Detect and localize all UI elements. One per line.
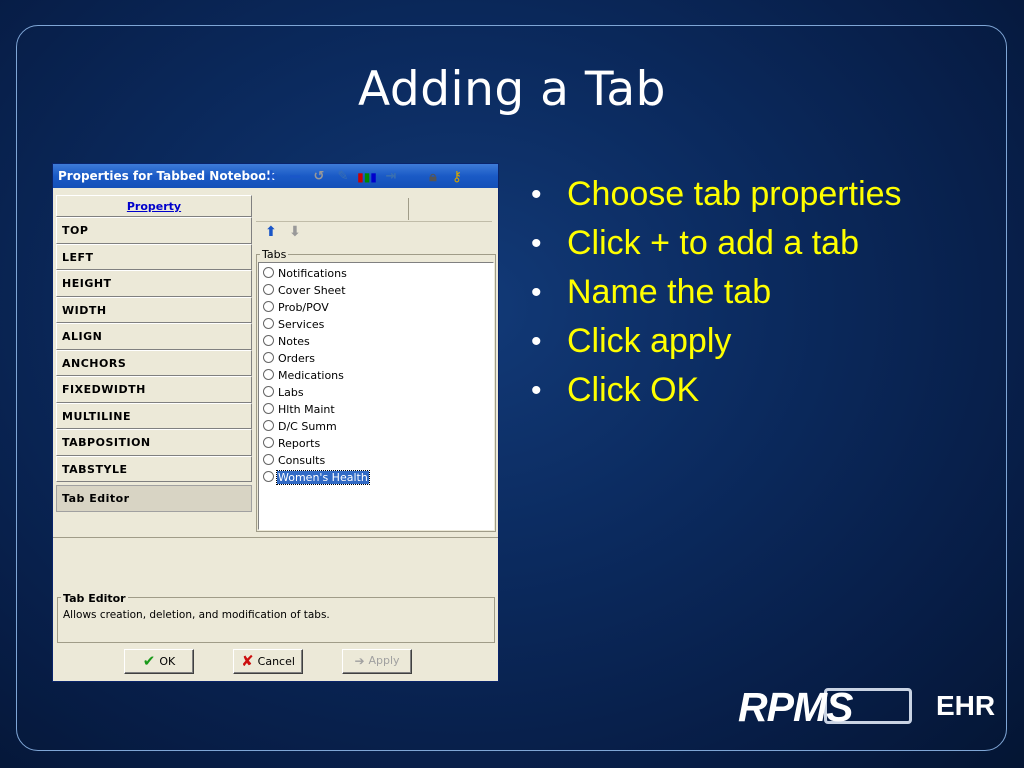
tab-list-item[interactable]: Medications — [263, 367, 345, 384]
move-down-icon[interactable]: ⬇ — [285, 222, 305, 242]
books-icon[interactable]: ▮▮▮ — [357, 167, 377, 187]
bullet-item: Click OK — [525, 366, 1005, 415]
editor-title: Tab Editor — [61, 592, 128, 605]
cancel-button-label: Cancel — [257, 655, 295, 668]
apply-icon: ➔ — [354, 654, 365, 668]
tab-node-icon — [263, 420, 274, 431]
lock-icon[interactable]: 🔒︎ — [423, 167, 443, 187]
tab-node-icon — [263, 335, 274, 346]
cross-icon: ✘ — [241, 652, 254, 670]
tab-list-item[interactable]: Prob/POV — [263, 299, 330, 316]
properties-dialog: Properties for Tabbed Notebook Property … — [52, 163, 499, 682]
undo-icon[interactable]: ↺ — [309, 167, 329, 187]
editor-description: Allows creation, deletion, and modificat… — [63, 609, 330, 621]
bullet-item: Name the tab — [525, 268, 1005, 317]
apply-button-label: Apply — [368, 654, 400, 667]
apply-button[interactable]: ➔ Apply — [342, 649, 412, 674]
tab-node-icon — [263, 267, 274, 278]
tab-list-item-selected[interactable]: Women's Health — [263, 469, 370, 486]
tabs-label: Tabs — [260, 248, 289, 261]
property-item-tabposition[interactable]: TABPOSITION — [56, 429, 252, 456]
ok-button-label: OK — [159, 655, 176, 668]
bullet-list: Choose tab properties Click + to add a t… — [525, 170, 1005, 415]
key-icon[interactable]: ⚷ — [447, 167, 467, 187]
tab-node-icon — [263, 352, 274, 363]
tab-node-icon — [263, 369, 274, 380]
bullet-item: Click apply — [525, 317, 1005, 366]
logo-rpms-text: RPMS — [738, 684, 853, 730]
property-item-fixedwidth[interactable]: FIXEDWIDTH — [56, 376, 252, 403]
edit-icon[interactable]: ✎ — [333, 167, 353, 187]
property-item-tabstyle[interactable]: TABSTYLE — [56, 455, 252, 482]
bullet-item: Choose tab properties — [525, 170, 1005, 219]
tab-list-item[interactable]: D/C Summ — [263, 418, 338, 435]
tab-list-item[interactable]: Notes — [263, 333, 311, 350]
tab-list-item[interactable]: Orders — [263, 350, 316, 367]
add-icon[interactable]: ✚ — [261, 167, 281, 187]
tab-list-item[interactable]: Labs — [263, 384, 305, 401]
property-header[interactable]: Property — [56, 195, 252, 217]
cancel-button[interactable]: ✘ Cancel — [233, 649, 303, 674]
toolbar-separator — [408, 198, 409, 220]
move-up-icon[interactable]: ⬆ — [261, 222, 281, 242]
remove-icon[interactable]: ━ — [285, 167, 305, 187]
tab-node-icon — [263, 403, 274, 414]
property-item-height[interactable]: HEIGHT — [56, 270, 252, 297]
property-item-width[interactable]: WIDTH — [56, 296, 252, 323]
logo-ehr-text: EHR — [936, 690, 996, 721]
tab-node-icon — [263, 318, 274, 329]
tabs-listbox[interactable]: Notifications Cover Sheet Prob/POV Servi… — [258, 262, 494, 530]
slide-title: Adding a Tab — [358, 62, 666, 117]
tab-node-icon — [263, 454, 274, 465]
property-item-multiline[interactable]: MULTILINE — [56, 402, 252, 429]
tab-list-item[interactable]: Hlth Maint — [263, 401, 336, 418]
property-item-tab-editor[interactable]: Tab Editor — [56, 485, 252, 512]
import-icon[interactable]: ⇥ — [381, 167, 401, 187]
tab-node-icon — [263, 284, 274, 295]
tab-list-item[interactable]: Reports — [263, 435, 321, 452]
tab-list-item[interactable]: Notifications — [263, 265, 348, 282]
property-item-left[interactable]: LEFT — [56, 243, 252, 270]
tab-editor-toolbar — [256, 195, 492, 222]
tab-node-icon — [263, 301, 274, 312]
tab-node-icon — [263, 437, 274, 448]
tab-list-item[interactable]: Consults — [263, 452, 326, 469]
property-item-anchors[interactable]: ANCHORS — [56, 349, 252, 376]
bullet-item: Click + to add a tab — [525, 219, 1005, 268]
tab-node-icon — [263, 471, 274, 482]
tab-node-icon — [263, 386, 274, 397]
dialog-divider — [53, 537, 498, 538]
tab-list-item[interactable]: Services — [263, 316, 325, 333]
ok-button[interactable]: ✔ OK — [124, 649, 194, 674]
property-list: Property TOP LEFT HEIGHT WIDTH ALIGN ANC… — [56, 195, 252, 512]
property-item-align[interactable]: ALIGN — [56, 323, 252, 350]
check-icon: ✔ — [142, 652, 156, 670]
tab-list-item[interactable]: Cover Sheet — [263, 282, 347, 299]
property-item-top[interactable]: TOP — [56, 217, 252, 244]
